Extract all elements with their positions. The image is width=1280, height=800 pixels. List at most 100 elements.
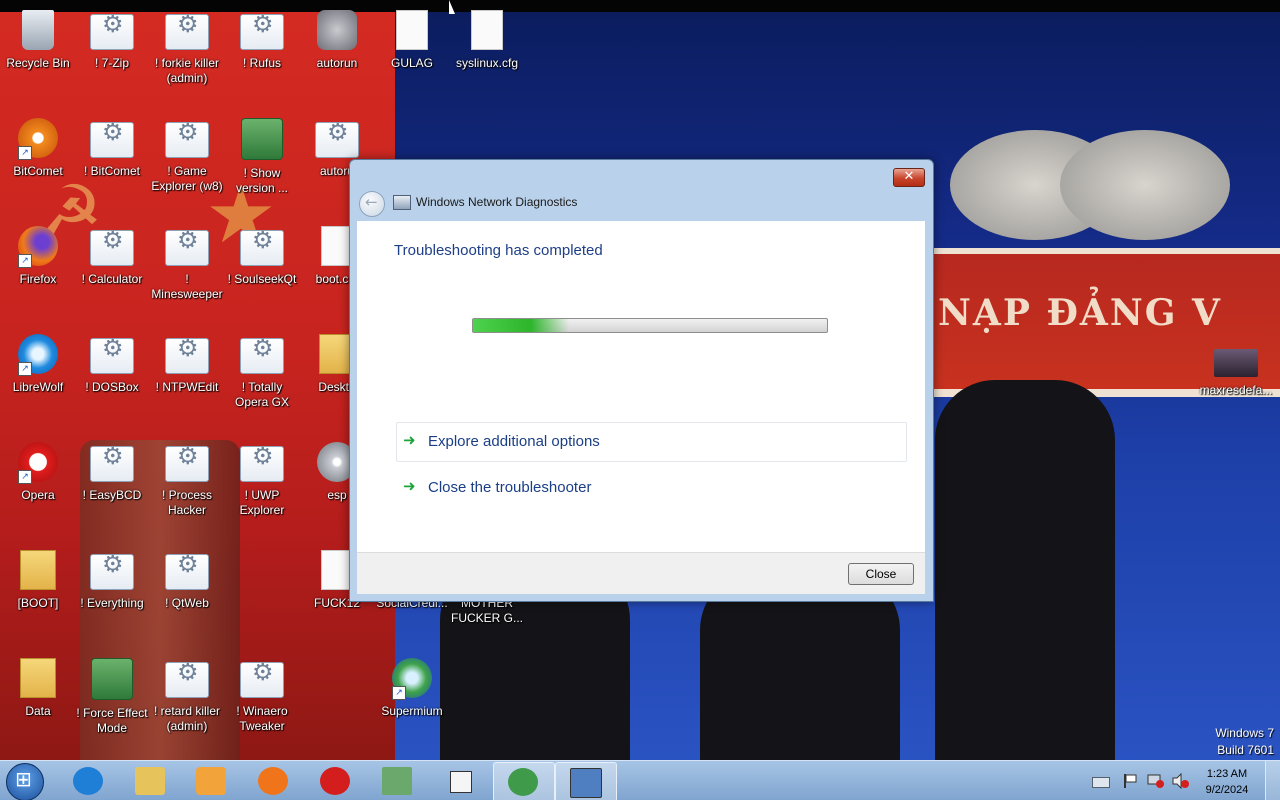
gear-icon: [165, 14, 209, 50]
gear-icon: [165, 446, 209, 482]
close-troubleshooter-link[interactable]: ➜ Close the troubleshooter: [396, 468, 907, 508]
start-button[interactable]: [6, 763, 44, 800]
watermark-line1: Windows 7: [1215, 726, 1274, 740]
supermium-icon: ↗: [392, 658, 432, 700]
desktop-icon-dosbox[interactable]: ! DOSBox: [74, 324, 150, 395]
desktop-icon-recycle-bin[interactable]: Recycle Bin: [0, 0, 76, 71]
desktop-icon-maxresdefault[interactable]: maxresdefa...: [1198, 335, 1274, 398]
taskbar-button-notepad[interactable]: [368, 762, 428, 800]
taskbar-button-network-diagnostics[interactable]: [493, 762, 555, 800]
wallpaper-portrait-right: [1060, 130, 1230, 240]
desktop-icon-supermium[interactable]: ↗ Supermium: [374, 648, 450, 719]
file-icon: [396, 10, 428, 50]
gear-icon: [90, 230, 134, 266]
taskbar-button-internet-explorer[interactable]: [59, 762, 119, 800]
desktop-icon-syslinux-cfg[interactable]: syslinux.cfg: [449, 0, 525, 71]
desktop-icon-winaero-tweaker[interactable]: ! Winaero Tweaker: [224, 648, 300, 734]
network-disconnected-icon[interactable]: [1147, 773, 1164, 788]
keyboard-icon[interactable]: [1092, 777, 1110, 788]
desktop-icon-data[interactable]: Data: [0, 648, 76, 719]
desktop-icon-retard-killer[interactable]: ! retard killer (admin): [149, 648, 225, 734]
desktop-icon-qtweb[interactable]: ! QtWeb: [149, 540, 225, 611]
desktop-icon-opera-gx[interactable]: ! Totally Opera GX: [224, 324, 300, 410]
icon-label: Opera: [21, 488, 55, 502]
desktop-icon-bitcomet[interactable]: ↗ BitComet: [0, 108, 76, 179]
dialog-title: Windows Network Diagnostics: [416, 195, 578, 209]
taskbar-button-opera[interactable]: [306, 762, 366, 800]
taskbar-button-window[interactable]: [430, 762, 490, 800]
system-clock[interactable]: 1:23 AM 9/2/2024: [1192, 766, 1262, 798]
desktop-icon-gulag[interactable]: GULAG: [374, 0, 450, 71]
internet-explorer-icon: [73, 767, 103, 795]
gear-icon: [90, 122, 134, 158]
icon-label: ! Everything: [80, 596, 144, 610]
notepad-icon: [382, 767, 412, 795]
volume-muted-icon[interactable]: [1172, 772, 1189, 790]
desktop-icon-ntpwedit[interactable]: ! NTPWEdit: [149, 324, 225, 395]
gear-icon: [240, 446, 284, 482]
close-window-button[interactable]: ✕: [893, 168, 925, 187]
gear-icon: [165, 230, 209, 266]
network-diagnostics-icon: [393, 195, 411, 210]
desktop-icon-librewolf[interactable]: ↗ LibreWolf: [0, 324, 76, 395]
desktop-icon-opera[interactable]: ↗ Opera: [0, 432, 76, 503]
action-center-flag-icon[interactable]: [1122, 773, 1138, 788]
gear-icon: [165, 554, 209, 590]
desktop-icon-force-effect-mode[interactable]: ! Force Effect Mode: [74, 648, 150, 736]
icon-label: LibreWolf: [12, 380, 64, 394]
gear-icon: [165, 662, 209, 698]
folder-icon: [20, 550, 56, 590]
gear-icon: [240, 662, 284, 698]
desktop-icon-bitcomet-script[interactable]: ! BitComet: [74, 108, 150, 179]
taskbar-button-media-player[interactable]: [182, 762, 242, 800]
desktop-icon-autorun[interactable]: autorun: [299, 0, 375, 71]
gear-icon: [165, 338, 209, 374]
dialog-titlebar[interactable]: ✕ Windows Network Diagnostics: [350, 160, 933, 220]
gear-icon: [90, 554, 134, 590]
desktop-icon-minesweeper[interactable]: ! Minesweeper: [149, 216, 225, 302]
photo-icon: [1214, 349, 1258, 377]
windows-watermark: Windows 7 Build 7601: [1215, 725, 1274, 759]
taskbar-button-firefox[interactable]: [244, 762, 304, 800]
folder-icon: [20, 658, 56, 698]
gear-icon: [315, 122, 359, 158]
taskbar-button-file-explorer[interactable]: [121, 762, 181, 800]
remote-desktop-icon: [570, 768, 602, 798]
desktop-icon-boot[interactable]: [BOOT]: [0, 540, 76, 611]
gear-icon: [240, 14, 284, 50]
window-icon: [450, 771, 472, 793]
desktop-icon-game-explorer[interactable]: ! Game Explorer (w8): [149, 108, 225, 194]
icon-label: Recycle Bin: [6, 56, 70, 70]
desktop-icon-easybcd[interactable]: ! EasyBCD: [74, 432, 150, 503]
desktop-icon-show-version[interactable]: ! Show version ...: [224, 108, 300, 196]
icon-label: ! NTPWEdit: [155, 380, 219, 394]
back-arrow-icon[interactable]: [359, 191, 385, 217]
command-label: Close the troubleshooter: [428, 479, 592, 496]
desktop-icon-7zip[interactable]: ! 7-Zip: [74, 0, 150, 71]
desktop-icon-firefox[interactable]: ↗ Firefox: [0, 216, 76, 287]
taskbar-button-remote-desktop[interactable]: [555, 762, 617, 800]
gear-icon: [165, 122, 209, 158]
gear-icon: [240, 338, 284, 374]
explore-additional-options-link[interactable]: ➜ Explore additional options: [396, 422, 907, 462]
desktop-icon-process-hacker[interactable]: ! Process Hacker: [149, 432, 225, 518]
icon-label: esp: [327, 488, 347, 502]
app-icon: [241, 118, 283, 160]
firefox-icon: ↗: [18, 226, 58, 268]
icon-label: Data: [25, 704, 51, 718]
gear-icon: [90, 446, 134, 482]
desktop-icon-calculator[interactable]: ! Calculator: [74, 216, 150, 287]
desktop-icon-forkie-killer[interactable]: ! forkie killer (admin): [149, 0, 225, 86]
icon-label: ! EasyBCD: [82, 488, 142, 502]
icon-label: ! forkie killer (admin): [154, 56, 219, 85]
recycle-bin-icon: [22, 10, 54, 50]
desktop-icon-soulseekqt[interactable]: ! SoulseekQt: [224, 216, 300, 287]
show-desktop-button[interactable]: [1265, 761, 1280, 800]
icon-label: ! UWP Explorer: [239, 488, 285, 517]
desktop-icon-everything[interactable]: ! Everything: [74, 540, 150, 611]
close-button[interactable]: Close: [848, 563, 914, 585]
dialog-content: Troubleshooting has completed ➜ Explore …: [357, 221, 925, 552]
desktop-icon-uwp-explorer[interactable]: ! UWP Explorer: [224, 432, 300, 518]
network-diagnostics-icon: [508, 768, 538, 796]
desktop-icon-rufus[interactable]: ! Rufus: [224, 0, 300, 71]
